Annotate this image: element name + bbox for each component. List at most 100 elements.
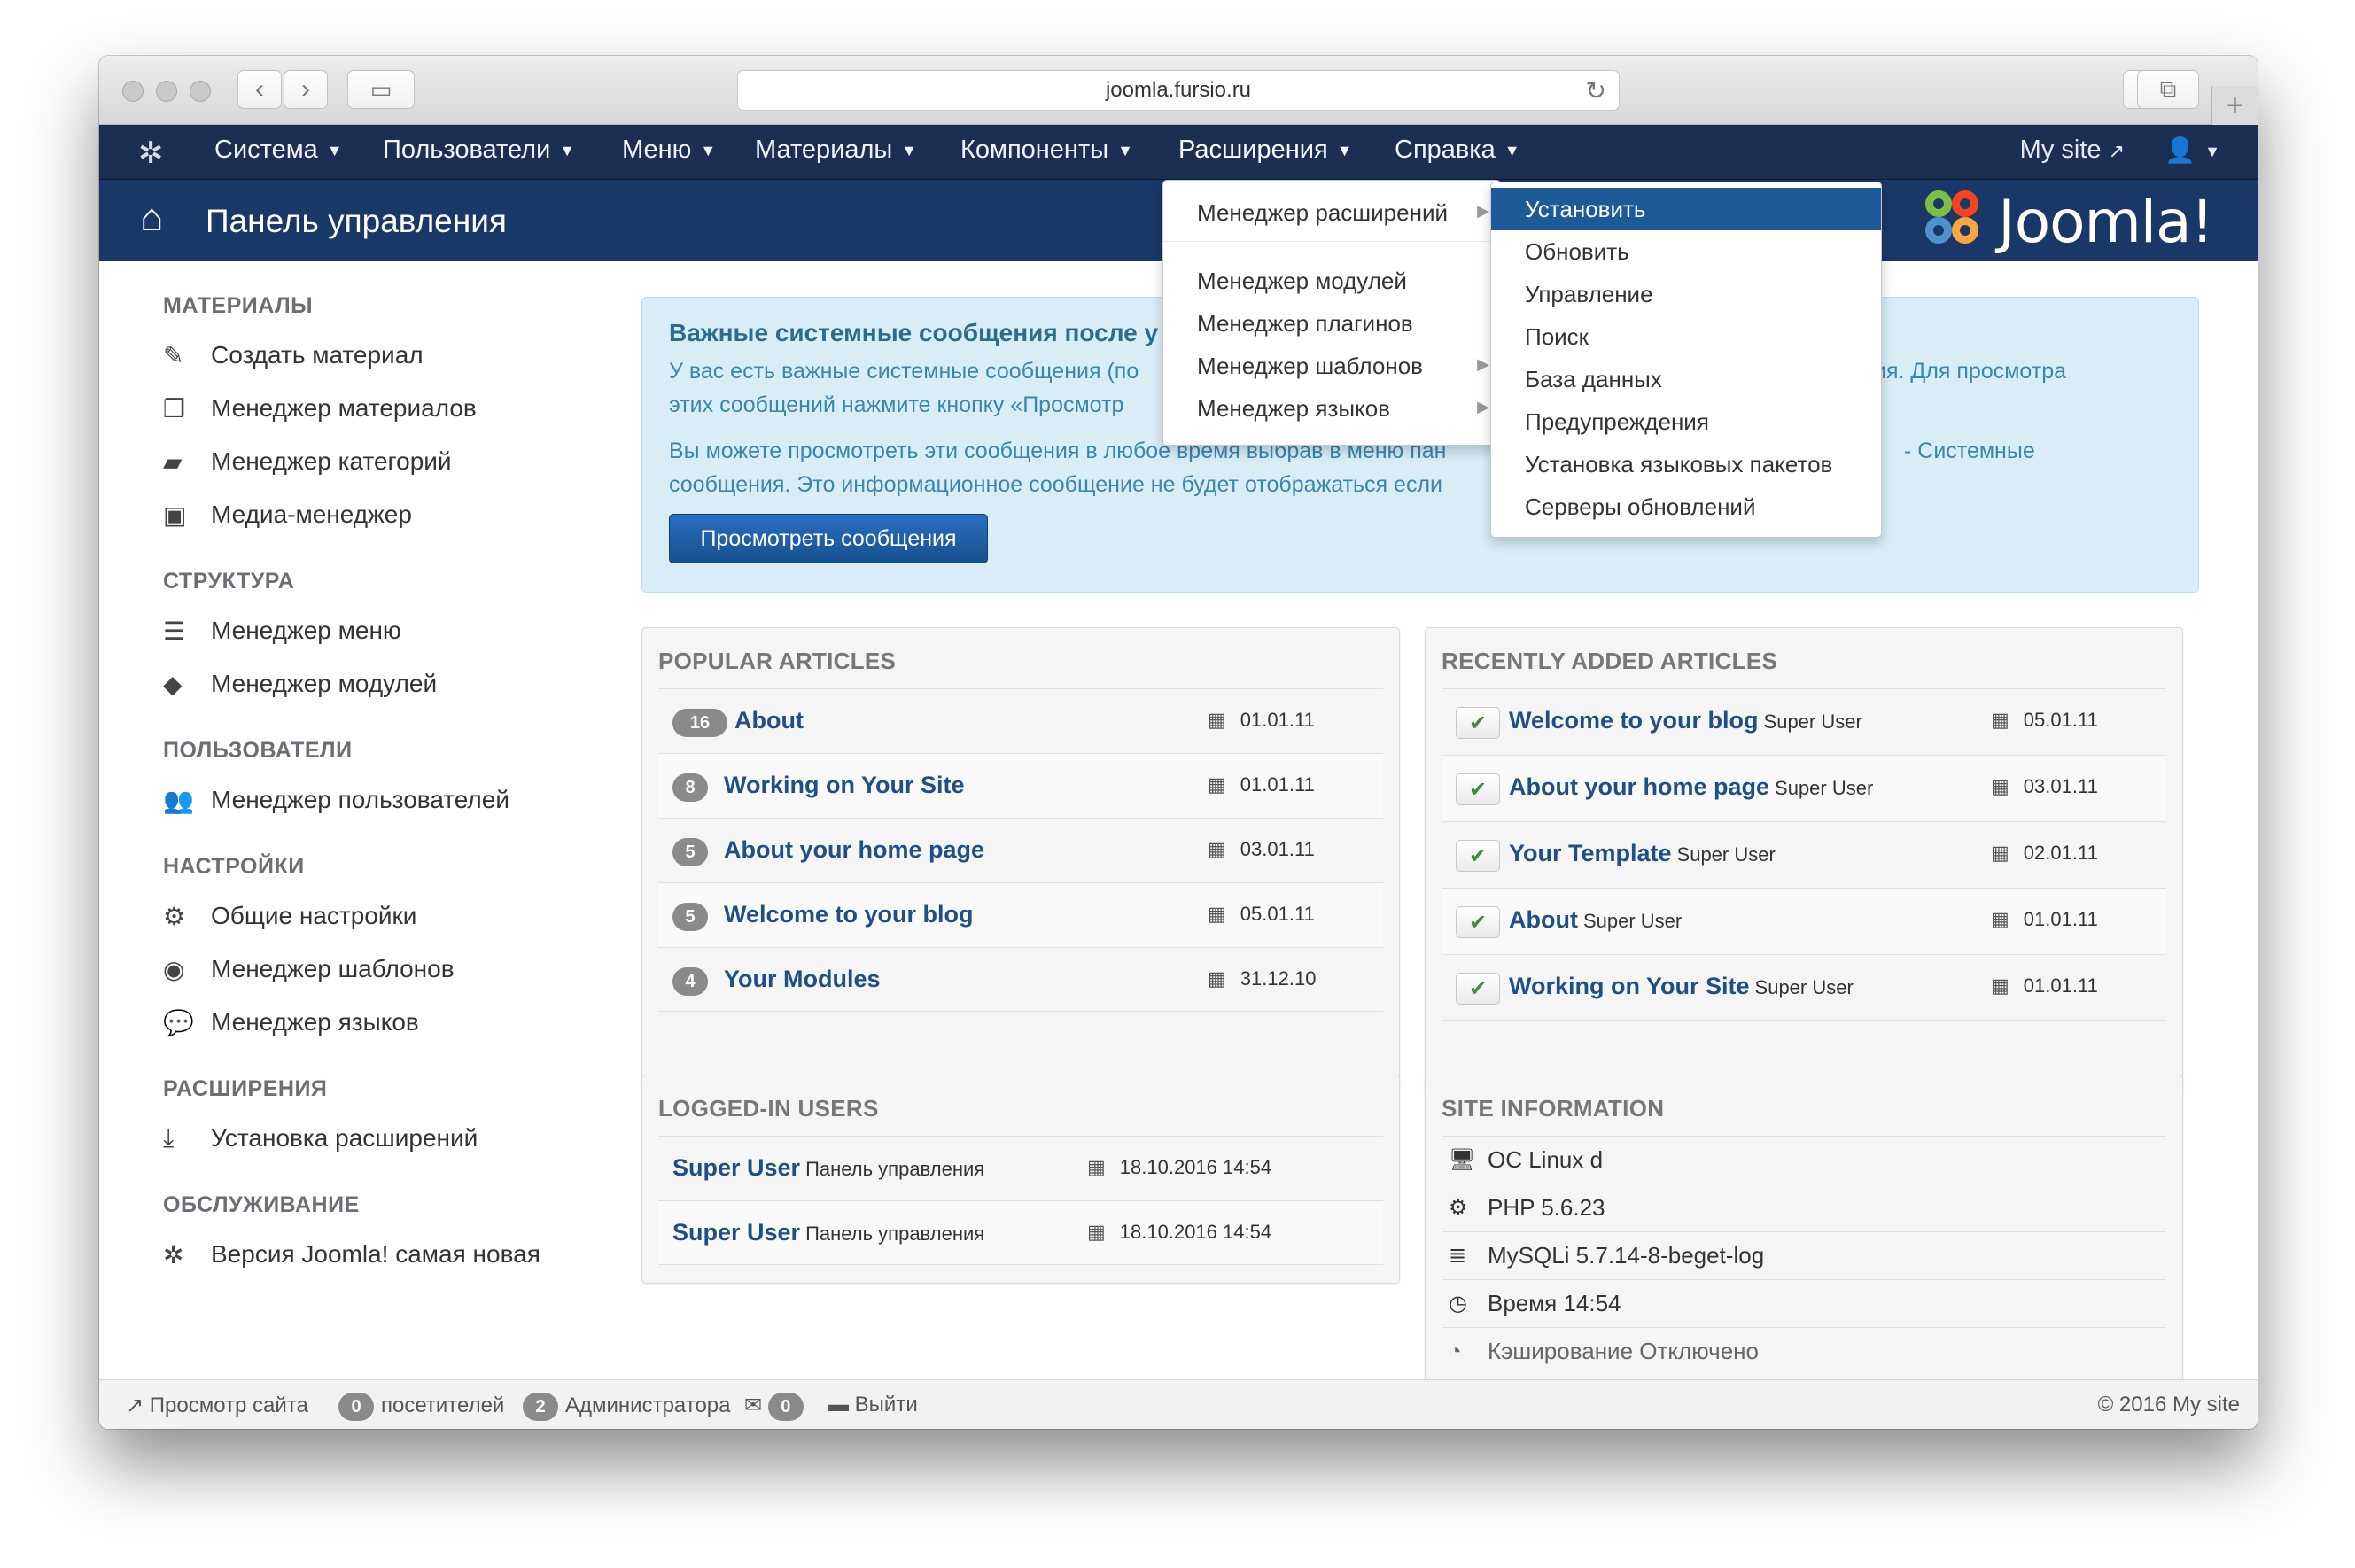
messages-status[interactable]: ✉ 0 (744, 1393, 811, 1421)
table-row: ✔ Working on Your Site Super User ▦ 01.01.… (1442, 954, 2166, 1021)
calendar-icon: ▦ (1991, 842, 2009, 864)
menu-extensions[interactable]: Расширения ▼ (1178, 136, 1352, 165)
zoom-window-button[interactable] (190, 81, 211, 102)
menu-components[interactable]: Компоненты ▼ (960, 136, 1133, 165)
article-link[interactable]: Your Template Super User (1509, 840, 1776, 867)
menu-item-plugin-manager[interactable]: Менеджер плагинов (1163, 302, 1500, 345)
forward-button[interactable]: › (284, 70, 328, 109)
article-link[interactable]: About Super User (1509, 906, 1682, 934)
menu-item-label: Менеджер языков (1197, 394, 1390, 422)
sidebar-item-install-extensions[interactable]: ⤓ Установка расширений (163, 1123, 659, 1153)
login-date: 18.10.2016 14:54 (1119, 1221, 1272, 1243)
published-check-icon[interactable]: ✔ (1456, 906, 1500, 938)
menu-menus[interactable]: Меню ▼ (622, 136, 716, 165)
my-site-link[interactable]: My site ↗ (2020, 136, 2125, 165)
user-link[interactable]: Super User Панель управления (672, 1154, 984, 1182)
table-row: 4 Your Modules ▦ 31.12.10 (658, 947, 1383, 1012)
minimize-window-button[interactable] (156, 81, 177, 102)
article-title: About (1509, 906, 1578, 933)
user-name: Super User (672, 1219, 801, 1246)
menu-item-module-manager[interactable]: Менеджер модулей (1163, 260, 1500, 302)
view-site-link[interactable]: ↗ Просмотр сайта (126, 1393, 308, 1418)
menu-content[interactable]: Материалы ▼ (755, 136, 917, 165)
download-icon: ⤓ (163, 1123, 175, 1152)
calendar-icon: ▦ (1208, 967, 1226, 990)
sidebar-toggle-button[interactable]: ▭ (347, 70, 415, 109)
sidebar-heading: ОБСЛУЖИВАНИЕ (163, 1192, 360, 1217)
menu-item-update[interactable]: Обновить (1491, 230, 1881, 273)
visitors-badge: 0 (338, 1393, 374, 1421)
caret-right-icon: ▶ (1477, 355, 1489, 373)
menu-users[interactable]: Пользователи ▼ (383, 136, 575, 165)
sidebar-scroll-fade (99, 1353, 666, 1379)
menu-item-database[interactable]: База данных (1491, 358, 1881, 400)
external-link-icon: ↗ (126, 1393, 144, 1417)
tabs-overview-button[interactable]: ⧉ (2137, 70, 2199, 109)
sidebar-item-label: Менеджер категорий (211, 447, 452, 475)
article-date: 03.01.11 (2023, 775, 2098, 797)
sidebar: МАТЕРИАЛЫ ✎ Создать материал ❐ Менеджер ма… (163, 293, 659, 1292)
sidebar-item-article-manager[interactable]: ❐ Менеджер материалов (163, 393, 659, 423)
menu-help[interactable]: Справка ▼ (1395, 136, 1520, 165)
alert-text: этих сообщений нажмите кнопку «Просмотр (669, 392, 1124, 417)
article-link[interactable]: About (734, 707, 804, 734)
menu-system[interactable]: Система ▼ (214, 136, 343, 165)
menu-item-install-languages[interactable]: Установка языковых пакетов (1491, 443, 1881, 485)
article-link[interactable]: About your home page Super User (1509, 773, 1873, 801)
sidebar-item-new-article[interactable]: ✎ Создать материал (163, 340, 659, 370)
menu-item-discover[interactable]: Поиск (1491, 315, 1881, 358)
url-bar[interactable]: joomla.fursio.ru ↻ (737, 70, 1620, 111)
article-link[interactable]: About your home page (724, 836, 984, 864)
reload-icon[interactable]: ↻ (1586, 76, 1606, 105)
menu-item-label: Менеджер модулей (1197, 267, 1407, 294)
user-menu[interactable]: 👤 ▼ (2165, 136, 2220, 165)
sidebar-item-global-config[interactable]: ⚙ Общие настройки (163, 901, 659, 931)
menu-item-update-sites[interactable]: Серверы обновлений (1491, 485, 1881, 528)
user-location: Панель управления (805, 1223, 985, 1245)
menu-item-language-manager[interactable]: Менеджер языков ▶ (1163, 387, 1500, 430)
sidebar-item-template-manager[interactable]: ◉ Менеджер шаблонов (163, 954, 659, 984)
sidebar-item-joomla-version[interactable]: ✲ Версия Joomla! самая новая (163, 1239, 659, 1269)
sidebar-item-menu-manager[interactable]: ☰ Менеджер меню (163, 616, 659, 646)
menu-item-template-manager[interactable]: Менеджер шаблонов ▶ (1163, 345, 1500, 387)
back-button[interactable]: ‹ (237, 70, 282, 109)
article-link[interactable]: Working on Your Site (724, 772, 965, 799)
published-check-icon[interactable]: ✔ (1456, 973, 1500, 1005)
new-tab-button[interactable]: + (2211, 86, 2258, 125)
menu-item-manage[interactable]: Управление (1491, 273, 1881, 315)
cogs-icon: ⚙ (1449, 1196, 1468, 1220)
sidebar-item-user-manager[interactable]: 👥 Менеджер пользователей (163, 785, 659, 815)
sidebar-item-media-manager[interactable]: ▣ Медиа-менеджер (163, 500, 659, 530)
article-link[interactable]: Welcome to your blog (724, 901, 974, 928)
browser-toolbar: ‹ › ▭ joomla.fursio.ru ↻ ⇪ ⧉ + (99, 56, 2258, 125)
menu-item-install[interactable]: Установить (1491, 188, 1881, 230)
published-check-icon[interactable]: ✔ (1456, 840, 1500, 872)
gear-icon: ⚙ (163, 902, 186, 930)
url-text: joomla.fursio.ru (1105, 78, 1252, 102)
sidebar-item-module-manager[interactable]: ◆ Менеджер модулей (163, 669, 659, 699)
cube-icon: ◆ (163, 670, 183, 698)
alert-text: ия. Для просмотра (1874, 359, 2067, 384)
eye-icon: ◉ (163, 955, 185, 983)
chevron-left-icon: ‹ (255, 74, 264, 104)
article-link[interactable]: Working on Your Site Super User (1509, 973, 1854, 1000)
caret-down-icon: ▼ (1336, 141, 1353, 159)
article-link[interactable]: Welcome to your blog Super User (1509, 707, 1862, 734)
sidebar-item-category-manager[interactable]: ▰ Менеджер категорий (163, 446, 659, 477)
joomla-x-icon[interactable]: ✲ (138, 136, 164, 171)
site-information-module: SITE INFORMATION 🖥 ОС Linux d ⚙ PHP 5.6.23… (1425, 1075, 2183, 1393)
menu-item-warnings[interactable]: Предупреждения (1491, 400, 1881, 443)
menu-item-extension-manager[interactable]: Менеджер расширений ▶ (1163, 191, 1500, 234)
clock-icon: ◷ (1449, 1292, 1467, 1316)
sidebar-item-language-manager[interactable]: 💬 Менеджер языков (163, 1007, 659, 1037)
published-check-icon[interactable]: ✔ (1456, 773, 1500, 805)
sidebar-item-label: Менеджер шаблонов (211, 955, 455, 982)
user-link[interactable]: Super User Панель управления (672, 1219, 984, 1246)
view-messages-button[interactable]: Просмотреть сообщения (669, 514, 988, 563)
dashboard-icon: ◔ (1449, 1339, 1462, 1363)
logout-link[interactable]: ▬ Выйти (828, 1393, 918, 1417)
sidebar-item-label: Версия Joomla! самая новая (211, 1240, 540, 1268)
close-window-button[interactable] (122, 81, 144, 102)
article-link[interactable]: Your Modules (724, 966, 881, 993)
published-check-icon[interactable]: ✔ (1456, 707, 1500, 739)
